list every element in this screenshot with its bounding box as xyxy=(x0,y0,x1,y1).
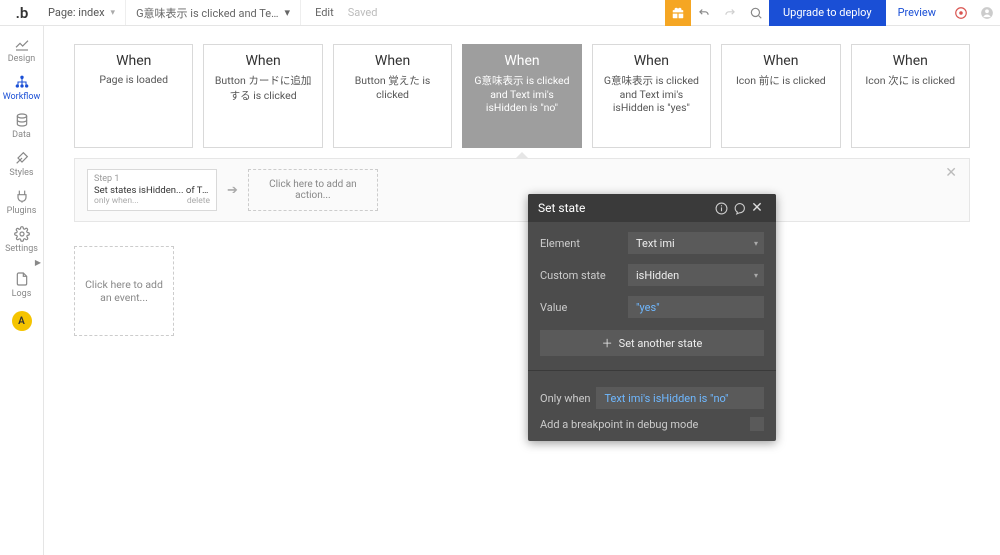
sidebar-item-data[interactable]: Data xyxy=(0,108,44,146)
chevron-right-icon[interactable]: ▶ xyxy=(35,258,43,267)
search-icon[interactable] xyxy=(743,0,769,26)
field-label: Element xyxy=(540,237,620,250)
close-icon[interactable]: ✕ xyxy=(945,165,957,181)
undo-icon[interactable] xyxy=(691,0,717,26)
edit-mode-label[interactable]: Edit xyxy=(315,6,334,19)
event-card-selected[interactable]: When G意味表示 is clicked and Text imi's isH… xyxy=(462,44,581,148)
field-label: Value xyxy=(540,301,620,314)
event-card[interactable]: When Icon 前に is clicked xyxy=(721,44,840,148)
chevron-down-icon: ▾ xyxy=(754,239,758,248)
breakpoint-label: Add a breakpoint in debug mode xyxy=(540,418,698,431)
workflow-step[interactable]: Step 1 Set states isHidden... of Text im… xyxy=(87,169,217,211)
breadcrumb[interactable]: G意味表示 is clicked and Text imi... ▾ xyxy=(126,0,301,25)
add-event-button[interactable]: Click here to add an event... xyxy=(74,246,174,336)
custom-state-select[interactable]: isHidden ▾ xyxy=(628,264,764,286)
sidebar-item-workflow[interactable]: Workflow xyxy=(0,70,44,108)
property-panel-header[interactable]: Set state ✕ xyxy=(528,194,776,222)
page-selector[interactable]: Page: index ▾ xyxy=(44,0,126,25)
sidebar-item-settings[interactable]: Settings xyxy=(0,222,44,260)
redo-icon[interactable] xyxy=(717,0,743,26)
event-card[interactable]: When Icon 次に is clicked xyxy=(851,44,970,148)
event-card[interactable]: When Page is loaded xyxy=(74,44,193,148)
event-card[interactable]: When Button 覚えた is clicked xyxy=(333,44,452,148)
saved-status: Saved xyxy=(348,6,378,19)
preview-button[interactable]: Preview xyxy=(886,0,948,26)
workflow-strip: Step 1 Set states isHidden... of Text im… xyxy=(74,158,970,222)
gift-icon[interactable] xyxy=(665,0,691,26)
field-label: Custom state xyxy=(540,269,620,282)
field-label: Only when xyxy=(540,392,590,405)
left-sidebar: Design Workflow Data Styles Plugins Sett… xyxy=(0,26,44,555)
arrow-right-icon: ➔ xyxy=(227,183,238,198)
plus-icon: ＋ xyxy=(602,335,613,351)
delete-step-link[interactable]: delete xyxy=(187,196,210,206)
close-icon[interactable]: ✕ xyxy=(748,200,766,216)
value-input[interactable]: "yes" xyxy=(628,296,764,318)
sidebar-item-design[interactable]: Design xyxy=(0,32,44,70)
sidebar-item-styles[interactable]: Styles xyxy=(0,146,44,184)
sidebar-item-logs[interactable]: Logs xyxy=(0,267,44,305)
chevron-down-icon: ▾ xyxy=(111,8,116,18)
property-panel: Set state ✕ Element Text imi ▾ Custom st… xyxy=(528,194,776,441)
sidebar-item-plugins[interactable]: Plugins xyxy=(0,184,44,222)
chevron-down-icon: ▾ xyxy=(754,271,758,280)
only-when-input[interactable]: Text imi's isHidden is "no" xyxy=(596,387,764,409)
user-avatar[interactable]: A xyxy=(12,311,32,331)
issues-icon[interactable] xyxy=(948,0,974,26)
info-icon[interactable] xyxy=(712,202,730,215)
account-icon[interactable] xyxy=(974,0,1000,26)
app-logo[interactable]: .b xyxy=(0,0,44,26)
panel-title: Set state xyxy=(538,201,585,215)
event-card[interactable]: When Button カードに追加する is clicked xyxy=(203,44,322,148)
add-action-button[interactable]: Click here to add an action... xyxy=(248,169,378,211)
chevron-down-icon: ▾ xyxy=(285,6,291,19)
set-another-state-button[interactable]: ＋ Set another state xyxy=(540,330,764,356)
comment-icon[interactable] xyxy=(730,202,748,215)
events-row: When Page is loaded When Button カードに追加する… xyxy=(44,26,1000,148)
upgrade-button[interactable]: Upgrade to deploy xyxy=(769,0,886,26)
element-select[interactable]: Text imi ▾ xyxy=(628,232,764,254)
event-card[interactable]: When G意味表示 is clicked and Text imi's isH… xyxy=(592,44,711,148)
breakpoint-checkbox[interactable] xyxy=(750,417,764,431)
